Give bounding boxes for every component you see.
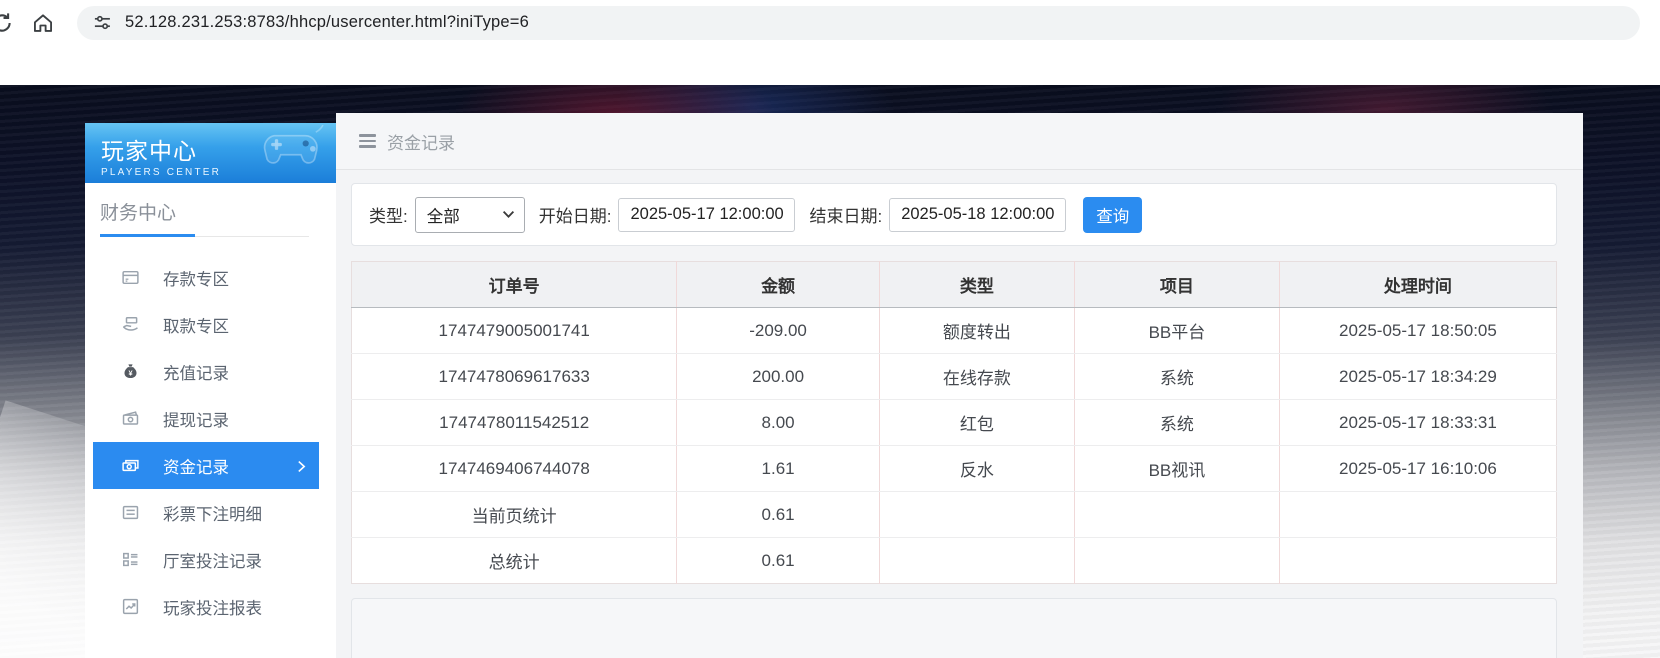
sidebar-menu: 存款专区取款专区 ¥ 充值记录提现记录资金记录彩票下注明细 厅室投注记录 玩家投注报表 [85,254,336,630]
reload-icon[interactable] [0,11,15,35]
summary-row: 当前页统计 0.61 [351,491,1557,538]
players-center-banner: 玩家中心 PLAYERS CENTER [85,123,336,183]
finance-center-heading: 财务中心 [100,203,177,224]
sidebar-item-cash-envelope[interactable]: 提现记录 [85,395,336,442]
sidebar-item-label: 厅室投注记录 [163,552,262,571]
table-cell: 系统 [1074,399,1280,446]
start-date-label: 开始日期: [538,207,612,226]
filter-panel: 类型: 全部 开始日期: 结束日期: 查询 [351,183,1557,246]
hall-bet-icon [121,550,140,569]
table-cell [1074,491,1280,538]
summary-row: 总统计 0.61 [351,537,1557,584]
sidebar-item-deposit-card[interactable]: 存款专区 [85,254,336,301]
column-header: 项目 [1074,261,1280,308]
money-bag-icon: ¥ [121,362,140,381]
toolbar-spacer [0,45,1660,85]
table-cell: 总统计 [351,537,678,584]
sidebar-item-label: 取款专区 [163,317,229,336]
table-cell: 2025-05-17 18:33:31 [1279,399,1557,446]
table-row: 1747478069617633 200.00 在线存款 系统 2025-05-17 1… [351,353,1557,400]
table-row: 1747479005001741 -209.00 额度转出 BB平台 2025-05-1… [351,307,1557,354]
start-date-input[interactable] [618,197,796,232]
table-row: 1747478011542512 8.00 红包 系统 2025-05-17 18:33… [351,399,1557,446]
table-cell: 系统 [1074,353,1280,400]
records-table: 订单号 金额 类型 项目 处理时间 1747479005001741 -209.00 额度转… [351,261,1557,584]
table-cell: 1747478011542512 [351,399,678,446]
report-chart-icon [121,597,140,616]
table-cell: 2025-05-17 16:10:06 [1279,445,1557,492]
table-cell: 额度转出 [879,307,1075,354]
type-label: 类型: [369,207,408,226]
table-cell: 0.61 [676,537,880,584]
table-cell: 1747478069617633 [351,353,678,400]
sidebar: 玩家中心 PLAYERS CENTER 财务中心 存款专区 取款专区 ¥ 充值记… [85,123,336,658]
sidebar-item-label: 充值记录 [163,364,229,383]
table-cell: 0.61 [676,491,880,538]
content-header: 资金记录 [336,113,1583,170]
sidebar-item-label: 玩家投注报表 [163,599,262,618]
sidebar-item-report-chart[interactable]: 玩家投注报表 [85,583,336,630]
deposit-card-icon [121,268,140,287]
sidebar-item-label: 存款专区 [163,270,229,289]
page-background: 玩家中心 PLAYERS CENTER 财务中心 存款专区 取款专区 ¥ 充值记… [0,85,1660,658]
table-cell: BB视讯 [1074,445,1280,492]
table-cell: 1747469406744078 [351,445,678,492]
table-cell: 在线存款 [879,353,1075,400]
table-cell: 8.00 [676,399,880,446]
funds-record-icon [121,456,140,475]
sidebar-item-money-bag[interactable]: ¥ 充值记录 [85,348,336,395]
sidebar-section: 财务中心 [85,183,336,237]
page-title: 资金记录 [387,133,455,153]
sidebar-item-label: 提现记录 [163,411,229,430]
section-underline [100,234,321,237]
table-header-row: 订单号 金额 类型 项目 处理时间 [351,261,1557,308]
end-date-input[interactable] [889,197,1067,232]
pagination-panel [351,598,1557,658]
url-text: 52.128.231.253:8783/hhcp/usercenter.html… [125,13,530,31]
table-cell: 反水 [879,445,1075,492]
table-cell: 200.00 [676,353,880,400]
table-cell: 2025-05-17 18:50:05 [1279,307,1557,354]
menu-toggle-icon[interactable] [359,134,376,148]
column-header: 类型 [879,261,1075,308]
sidebar-item-withdraw-hand[interactable]: 取款专区 [85,301,336,348]
chevron-right-icon [297,459,306,478]
table-cell [1279,538,1556,584]
sidebar-item-funds-record[interactable]: 资金记录 [93,442,319,489]
app-window: 玩家中心 PLAYERS CENTER 财务中心 存款专区 取款专区 ¥ 充值记… [85,113,1583,658]
column-header: 处理时间 [1279,261,1557,308]
gamepad-icon [256,124,328,180]
table-cell: -209.00 [676,307,880,354]
table-cell [879,491,1075,538]
withdraw-hand-icon [121,315,140,334]
table-cell [1279,491,1557,538]
browser-toolbar: 52.128.231.253:8783/hhcp/usercenter.html… [0,0,1660,45]
sidebar-item-label: 彩票下注明细 [163,505,262,524]
sidebar-item-label: 资金记录 [163,458,229,477]
lottery-detail-icon [121,503,140,522]
main-content: 资金记录 类型: 全部 开始日期: 结束日期: 查询 订单号金额类型项目处理时间 [336,113,1583,658]
table-cell [879,537,1075,584]
home-icon[interactable] [31,11,55,35]
sidebar-item-lottery-detail[interactable]: 彩票下注明细 [85,489,336,536]
column-header: 金额 [676,261,880,308]
query-button[interactable]: 查询 [1083,196,1143,233]
type-select-value: 全部 [426,207,460,226]
table-cell: 1747479005001741 [351,307,678,354]
address-bar[interactable]: 52.128.231.253:8783/hhcp/usercenter.html… [77,5,1640,40]
column-header: 订单号 [351,261,678,308]
sidebar-item-hall-bet[interactable]: 厅室投注记录 [85,536,336,583]
table-row: 1747469406744078 1.61 反水 BB视讯 2025-05-17 16:… [351,445,1557,492]
table-cell: 当前页统计 [351,491,678,538]
end-date-label: 结束日期: [809,207,883,226]
table-cell: 1.61 [676,445,880,492]
table-cell: 2025-05-17 18:34:29 [1279,353,1557,400]
type-select[interactable]: 全部 [414,196,525,233]
site-settings-icon[interactable] [93,13,112,32]
cash-envelope-icon [121,409,140,428]
table-cell: BB平台 [1074,307,1280,354]
table-cell [1074,537,1280,584]
table-cell: 红包 [879,399,1075,446]
chevron-down-icon [502,205,515,224]
